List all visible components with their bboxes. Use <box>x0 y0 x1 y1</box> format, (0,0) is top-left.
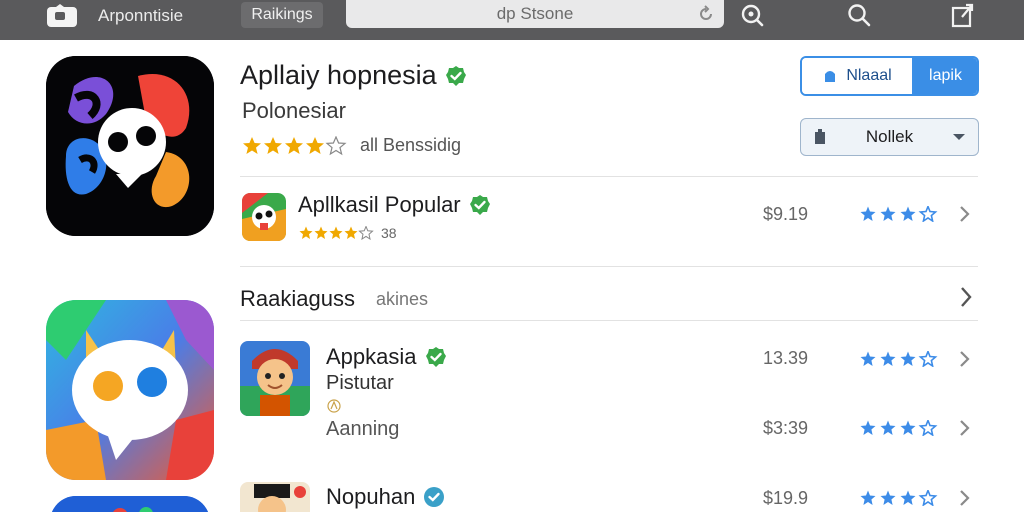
divider <box>240 320 978 321</box>
list-item-icon[interactable] <box>240 341 310 416</box>
list-item-title-text: Nopuhan <box>326 484 416 509</box>
list-item-price: 13.39 <box>762 348 808 368</box>
list-item-title[interactable]: Nopuhan <box>326 484 445 510</box>
list-item-subtitle: Aanning <box>326 418 400 440</box>
app-name: Arponntisie <box>98 6 184 25</box>
share-icon[interactable] <box>950 2 976 28</box>
address-text: dp Stsone <box>496 4 574 23</box>
app-icon <box>825 71 836 82</box>
app-thumbnail-icon <box>242 193 286 241</box>
reload-icon[interactable] <box>696 4 716 24</box>
app-logo-icon[interactable] <box>46 4 78 28</box>
options-dropdown[interactable]: Nollek <box>800 118 979 156</box>
dropdown-label: Nollek <box>865 127 914 146</box>
chevron-right-icon[interactable] <box>958 419 972 437</box>
verified-badge-icon <box>469 195 490 215</box>
featured-app-title[interactable]: Apllaiy hopnesia <box>240 60 467 91</box>
tab-rankings[interactable]: Raikings <box>241 2 323 28</box>
featured-app-icon[interactable] <box>46 56 214 236</box>
featured-rating-caption: all Benssidig <box>360 135 462 155</box>
address-bar[interactable]: dp Stsone <box>346 0 724 28</box>
featured-app-rating: all Benssidig <box>242 135 461 156</box>
blue-stars-icon <box>860 206 938 222</box>
verified-badge-icon <box>424 487 445 507</box>
blue-stars-icon <box>860 351 938 367</box>
verified-badge-icon <box>445 65 466 86</box>
character-thumbnail-icon <box>240 482 310 512</box>
search-icon[interactable] <box>846 2 872 28</box>
blue-stars-icon <box>860 420 938 436</box>
rating-count: 38 <box>381 225 397 241</box>
divider <box>240 266 978 267</box>
search-circle-icon[interactable] <box>739 2 765 28</box>
primary-action-label: Nlaaal <box>846 67 892 84</box>
top-bar: Arponntisie Raikings dp Stsone <box>0 0 1024 40</box>
action-button-group: Nlaaal lapik <box>800 56 979 96</box>
list-item-title-text: Apllkasil Popular <box>298 192 461 217</box>
featured-app-icon-2[interactable] <box>46 300 214 480</box>
chevron-right-icon[interactable] <box>958 489 972 507</box>
chat-mascot-icon <box>46 300 214 480</box>
list-item-icon[interactable] <box>240 482 310 512</box>
list-item-title[interactable]: Appkasia <box>326 344 447 370</box>
bookmark-icon <box>815 129 825 144</box>
list-item-title-text: Appkasia <box>326 344 417 369</box>
ad-badge-icon <box>327 399 341 413</box>
app-thumbnail-icon <box>50 496 210 512</box>
featured-app-title-text: Apllaiy hopnesia <box>240 60 437 90</box>
character-thumbnail-icon <box>240 341 310 416</box>
blue-stars-icon <box>860 490 938 506</box>
chevron-right-icon[interactable] <box>958 350 972 368</box>
list-item-title[interactable]: Apllkasil Popular <box>298 192 491 218</box>
list-item-rating: 38 <box>299 225 397 241</box>
list-item-price: $3:39 <box>762 418 808 438</box>
divider <box>240 176 978 177</box>
section-title[interactable]: Raakiaguss <box>240 286 355 312</box>
primary-action-button[interactable]: Nlaaal <box>802 58 914 94</box>
gold-stars-icon <box>243 135 347 155</box>
gold-stars-icon <box>299 226 374 240</box>
section-subtitle: akines <box>376 289 429 309</box>
chevron-down-icon <box>953 134 965 140</box>
featured-app-subtitle: Polonesiar <box>242 98 346 123</box>
chevron-right-icon[interactable] <box>958 205 972 223</box>
list-item-subtitle: Pistutar <box>326 372 394 394</box>
secondary-action-button[interactable]: lapik <box>914 58 977 94</box>
chevron-right-icon[interactable] <box>958 286 974 308</box>
list-item-icon[interactable] <box>242 193 286 241</box>
verified-badge-icon <box>425 347 446 367</box>
list-item-price: $19.9 <box>762 488 808 508</box>
app-icon-partial[interactable] <box>50 496 210 512</box>
list-item-price: $9.19 <box>762 204 808 224</box>
app-mascot-icon <box>46 56 214 236</box>
